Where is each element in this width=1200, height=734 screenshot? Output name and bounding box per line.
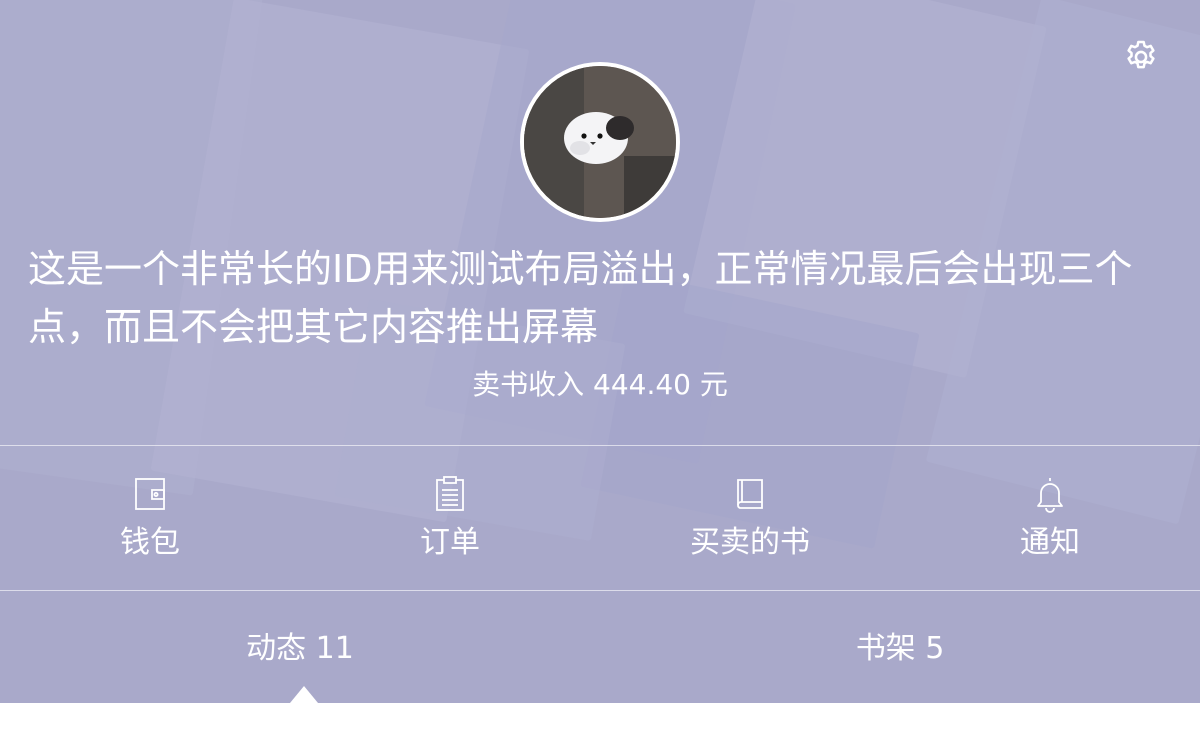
avatar[interactable] — [520, 62, 680, 222]
active-tab-indicator — [290, 686, 318, 703]
nickname: 这是一个非常长的ID用来测试布局溢出，正常情况最后会出现三个点，而且不会把其它内… — [28, 247, 1133, 349]
traded-books-button[interactable]: 买卖的书 — [600, 446, 900, 590]
sales-income: 卖书收入 444.40 元 — [472, 368, 728, 401]
orders-label: 订单 — [420, 525, 480, 560]
bell-icon — [1030, 474, 1070, 514]
wallet-icon — [130, 474, 170, 514]
settings-button[interactable] — [1122, 38, 1160, 76]
book-icon — [730, 474, 770, 514]
clipboard-icon — [430, 474, 470, 514]
wallet-button[interactable]: 钱包 — [0, 446, 300, 590]
gear-icon — [1122, 40, 1160, 80]
tab-bar: 动态 11 书架 5 — [0, 591, 1200, 703]
tab-bookshelf[interactable]: 书架 5 — [600, 591, 1200, 703]
traded-books-label: 买卖的书 — [690, 525, 810, 560]
notifications-label: 通知 — [1020, 525, 1080, 560]
profile-header: 这是一个非常长的ID用来测试布局溢出，正常情况最后会出现三个点，而且不会把其它内… — [0, 0, 1200, 703]
action-bar: 钱包 订单 买卖的书 通知 — [0, 446, 1200, 590]
orders-button[interactable]: 订单 — [300, 446, 600, 590]
notifications-button[interactable]: 通知 — [900, 446, 1200, 590]
wallet-label: 钱包 — [120, 525, 180, 560]
